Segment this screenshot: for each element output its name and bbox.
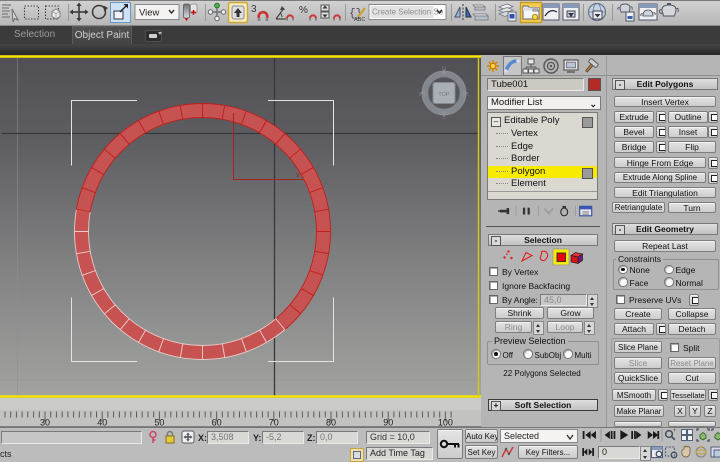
svg-text:3: 3 — [251, 4, 257, 15]
svg-text:40: 40 — [97, 418, 107, 428]
svg-text:70: 70 — [269, 418, 279, 428]
svg-text:90: 90 — [383, 418, 393, 428]
svg-text:100: 100 — [438, 418, 453, 428]
svg-text:+: + — [673, 428, 677, 434]
svg-text:x: x — [296, 172, 300, 179]
svg-text:%: % — [299, 5, 308, 16]
svg-text:60: 60 — [212, 418, 222, 428]
svg-text:W: W — [418, 92, 424, 98]
svg-text:50: 50 — [154, 418, 164, 428]
svg-text:80: 80 — [326, 418, 336, 428]
svg-text:TOP: TOP — [438, 92, 450, 98]
svg-text:ABC: ABC — [354, 17, 365, 23]
svg-text:30: 30 — [40, 418, 50, 428]
svg-text:N: N — [442, 66, 446, 72]
svg-text:View: View — [139, 8, 160, 19]
svg-text:E: E — [465, 92, 469, 98]
svg-text:Create Selection Se: Create Selection Se — [372, 8, 444, 17]
svg-text:S: S — [442, 115, 446, 121]
